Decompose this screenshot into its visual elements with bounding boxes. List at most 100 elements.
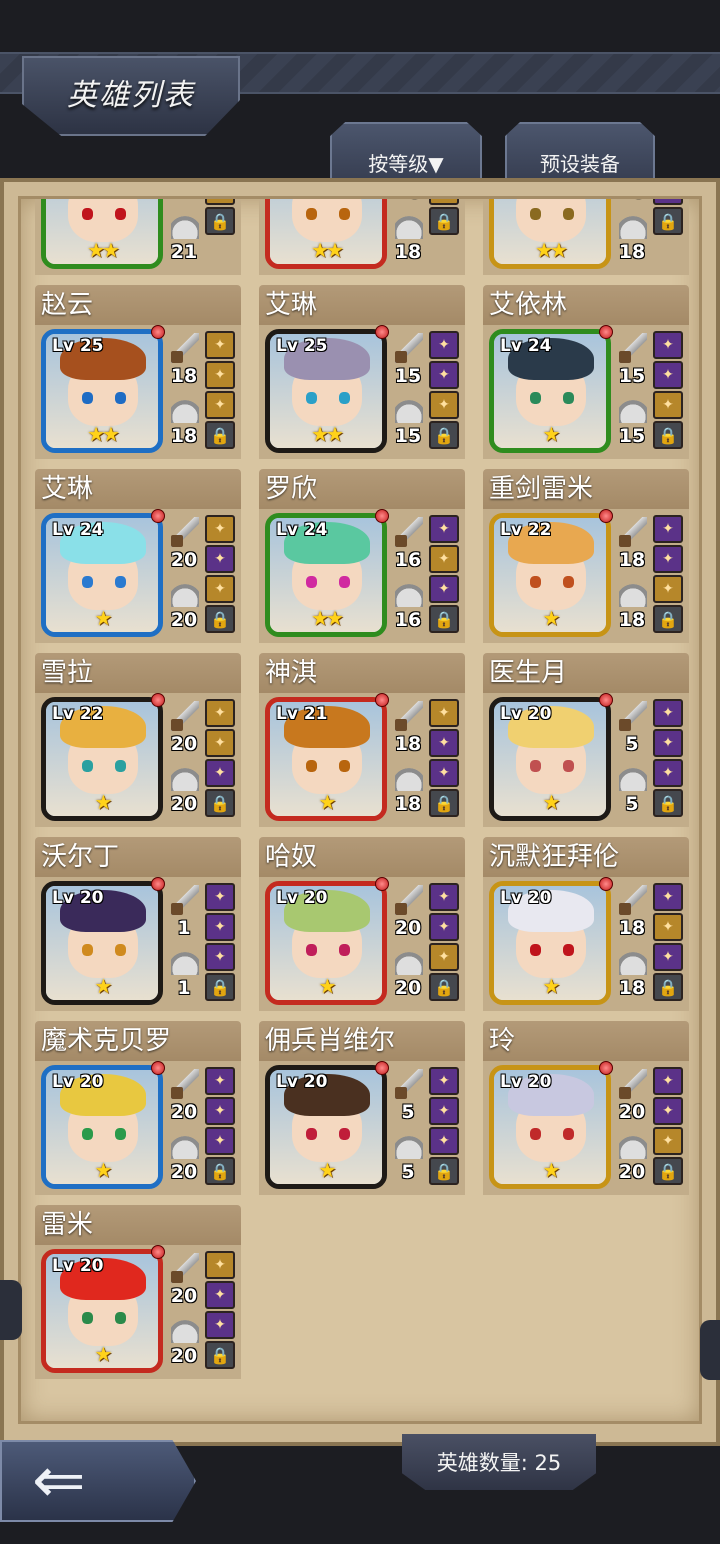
hero-card[interactable]: 神淇 Lv 21 ★ 18 18 ✦ ✦ ✦ 🔒 xyxy=(259,653,465,827)
locked-slot-icon[interactable]: 🔒 xyxy=(205,605,235,633)
equipment-slot[interactable]: ✦ xyxy=(429,199,459,205)
equipment-slot[interactable]: ✦ xyxy=(205,545,235,573)
hero-portrait[interactable]: Lv 20 ★ xyxy=(41,1065,163,1189)
locked-slot-icon[interactable]: 🔒 xyxy=(205,1157,235,1185)
equipment-slot[interactable]: ✦ xyxy=(205,729,235,757)
locked-slot-icon[interactable]: 🔒 xyxy=(653,1157,683,1185)
equipment-slot[interactable]: ✦ xyxy=(429,331,459,359)
equipment-slot[interactable]: ✦ xyxy=(429,729,459,757)
hero-card[interactable]: 赵云 Lv 25 ★★ 18 18 ✦ ✦ ✦ 🔒 xyxy=(35,285,241,459)
hero-card[interactable]: 魔术克贝罗 Lv 20 ★ 20 20 ✦ ✦ ✦ 🔒 xyxy=(35,1021,241,1195)
hero-list-scroll-area[interactable]: ★★ 21 21 ✦✦🔒 ★★ xyxy=(18,196,702,1424)
equipment-slot[interactable]: ✦ xyxy=(429,361,459,389)
equipment-slot[interactable]: ✦ xyxy=(653,1067,683,1095)
hero-card[interactable]: ★★ 18 18 ✦✦🔒 xyxy=(259,199,465,275)
equipment-slot[interactable]: ✦ xyxy=(429,1127,459,1155)
equipment-slot[interactable]: ✦ xyxy=(429,883,459,911)
equipment-slot[interactable]: ✦ xyxy=(653,361,683,389)
equipment-slot[interactable]: ✦ xyxy=(653,913,683,941)
equipment-slot[interactable]: ✦ xyxy=(653,515,683,543)
hero-portrait[interactable]: Lv 20 ★ xyxy=(41,881,163,1005)
equipment-slot[interactable]: ✦ xyxy=(429,1067,459,1095)
equipment-slot[interactable]: ✦ xyxy=(205,759,235,787)
hero-card[interactable]: 雪拉 Lv 22 ★ 20 20 ✦ ✦ ✦ 🔒 xyxy=(35,653,241,827)
equipment-slot[interactable]: ✦ xyxy=(653,699,683,727)
equipment-slot[interactable]: ✦ xyxy=(205,515,235,543)
equipment-slot[interactable]: ✦ xyxy=(205,699,235,727)
equipment-slot[interactable]: ✦ xyxy=(653,391,683,419)
hero-portrait[interactable]: Lv 20 ★ xyxy=(265,881,387,1005)
hero-portrait[interactable]: Lv 20 ★ xyxy=(489,697,611,821)
hero-card[interactable]: 哈奴 Lv 20 ★ 20 20 ✦ ✦ ✦ 🔒 xyxy=(259,837,465,1011)
locked-slot-icon[interactable]: 🔒 xyxy=(653,789,683,817)
locked-slot-icon[interactable]: 🔒 xyxy=(653,207,683,235)
locked-slot-icon[interactable]: 🔒 xyxy=(653,605,683,633)
equipment-slot[interactable]: ✦ xyxy=(429,699,459,727)
equipment-slot[interactable]: ✦ xyxy=(205,331,235,359)
equipment-slot[interactable]: ✦ xyxy=(205,1097,235,1125)
hero-card[interactable]: ★★ 18 18 ✦✦🔒 xyxy=(483,199,689,275)
hero-portrait[interactable]: Lv 24 ★ xyxy=(41,513,163,637)
locked-slot-icon[interactable]: 🔒 xyxy=(205,973,235,1001)
hero-portrait[interactable]: Lv 25 ★★ xyxy=(265,329,387,453)
locked-slot-icon[interactable]: 🔒 xyxy=(429,207,459,235)
preset-equipment-button[interactable]: 预设装备 xyxy=(505,122,655,186)
hero-portrait[interactable]: Lv 24 ★ xyxy=(489,329,611,453)
hero-portrait[interactable]: Lv 20 ★ xyxy=(265,1065,387,1189)
equipment-slot[interactable]: ✦ xyxy=(429,515,459,543)
equipment-slot[interactable]: ✦ xyxy=(205,199,235,205)
hero-card[interactable]: 沃尔丁 Lv 20 ★ 1 1 ✦ ✦ ✦ 🔒 xyxy=(35,837,241,1011)
hero-portrait[interactable]: Lv 20 ★ xyxy=(489,881,611,1005)
hero-card[interactable]: 艾依林 Lv 24 ★ 15 15 ✦ ✦ ✦ 🔒 xyxy=(483,285,689,459)
hero-card[interactable]: 艾琳 Lv 24 ★ 20 20 ✦ ✦ ✦ 🔒 xyxy=(35,469,241,643)
locked-slot-icon[interactable]: 🔒 xyxy=(429,1157,459,1185)
equipment-slot[interactable]: ✦ xyxy=(653,545,683,573)
locked-slot-icon[interactable]: 🔒 xyxy=(429,789,459,817)
hero-card[interactable]: 雷米 Lv 20 ★ 20 20 ✦ ✦ ✦ 🔒 xyxy=(35,1205,241,1379)
equipment-slot[interactable]: ✦ xyxy=(429,913,459,941)
equipment-slot[interactable]: ✦ xyxy=(653,575,683,603)
equipment-slot[interactable]: ✦ xyxy=(429,391,459,419)
hero-portrait[interactable]: ★★ xyxy=(265,199,387,269)
locked-slot-icon[interactable]: 🔒 xyxy=(205,1341,235,1369)
equipment-slot[interactable]: ✦ xyxy=(653,729,683,757)
hero-portrait[interactable]: Lv 22 ★ xyxy=(489,513,611,637)
hero-portrait[interactable]: Lv 21 ★ xyxy=(265,697,387,821)
hero-card[interactable]: 艾琳 Lv 25 ★★ 15 15 ✦ ✦ ✦ 🔒 xyxy=(259,285,465,459)
equipment-slot[interactable]: ✦ xyxy=(653,199,683,205)
equipment-slot[interactable]: ✦ xyxy=(205,883,235,911)
equipment-slot[interactable]: ✦ xyxy=(653,1097,683,1125)
locked-slot-icon[interactable]: 🔒 xyxy=(429,973,459,1001)
equipment-slot[interactable]: ✦ xyxy=(429,575,459,603)
hero-card[interactable]: 医生月 Lv 20 ★ 5 5 ✦ ✦ ✦ 🔒 xyxy=(483,653,689,827)
equipment-slot[interactable]: ✦ xyxy=(205,913,235,941)
locked-slot-icon[interactable]: 🔒 xyxy=(205,421,235,449)
hero-card[interactable]: 重剑雷米 Lv 22 ★ 18 18 ✦ ✦ ✦ 🔒 xyxy=(483,469,689,643)
back-button[interactable]: ⇐ xyxy=(0,1440,196,1522)
equipment-slot[interactable]: ✦ xyxy=(205,391,235,419)
equipment-slot[interactable]: ✦ xyxy=(205,1251,235,1279)
equipment-slot[interactable]: ✦ xyxy=(429,943,459,971)
locked-slot-icon[interactable]: 🔒 xyxy=(429,605,459,633)
hero-card[interactable]: 沉默狂拜伦 Lv 20 ★ 18 18 ✦ ✦ ✦ 🔒 xyxy=(483,837,689,1011)
equipment-slot[interactable]: ✦ xyxy=(205,361,235,389)
right-side-tab[interactable] xyxy=(700,1320,720,1380)
left-side-tab[interactable] xyxy=(0,1280,22,1340)
locked-slot-icon[interactable]: 🔒 xyxy=(205,207,235,235)
equipment-slot[interactable]: ✦ xyxy=(205,1127,235,1155)
equipment-slot[interactable]: ✦ xyxy=(205,575,235,603)
locked-slot-icon[interactable]: 🔒 xyxy=(653,973,683,1001)
equipment-slot[interactable]: ✦ xyxy=(429,759,459,787)
hero-card[interactable]: 玲 Lv 20 ★ 20 20 ✦ ✦ ✦ 🔒 xyxy=(483,1021,689,1195)
equipment-slot[interactable]: ✦ xyxy=(653,1127,683,1155)
hero-card[interactable]: ★★ 21 21 ✦✦🔒 xyxy=(35,199,241,275)
equipment-slot[interactable]: ✦ xyxy=(653,883,683,911)
equipment-slot[interactable]: ✦ xyxy=(429,545,459,573)
equipment-slot[interactable]: ✦ xyxy=(653,759,683,787)
hero-card[interactable]: 佣兵肖维尔 Lv 20 ★ 5 5 ✦ ✦ ✦ 🔒 xyxy=(259,1021,465,1195)
equipment-slot[interactable]: ✦ xyxy=(429,1097,459,1125)
hero-portrait[interactable]: Lv 22 ★ xyxy=(41,697,163,821)
hero-portrait[interactable]: ★★ xyxy=(41,199,163,269)
hero-portrait[interactable]: Lv 20 ★ xyxy=(489,1065,611,1189)
hero-card[interactable]: 罗欣 Lv 24 ★★ 16 16 ✦ ✦ ✦ 🔒 xyxy=(259,469,465,643)
